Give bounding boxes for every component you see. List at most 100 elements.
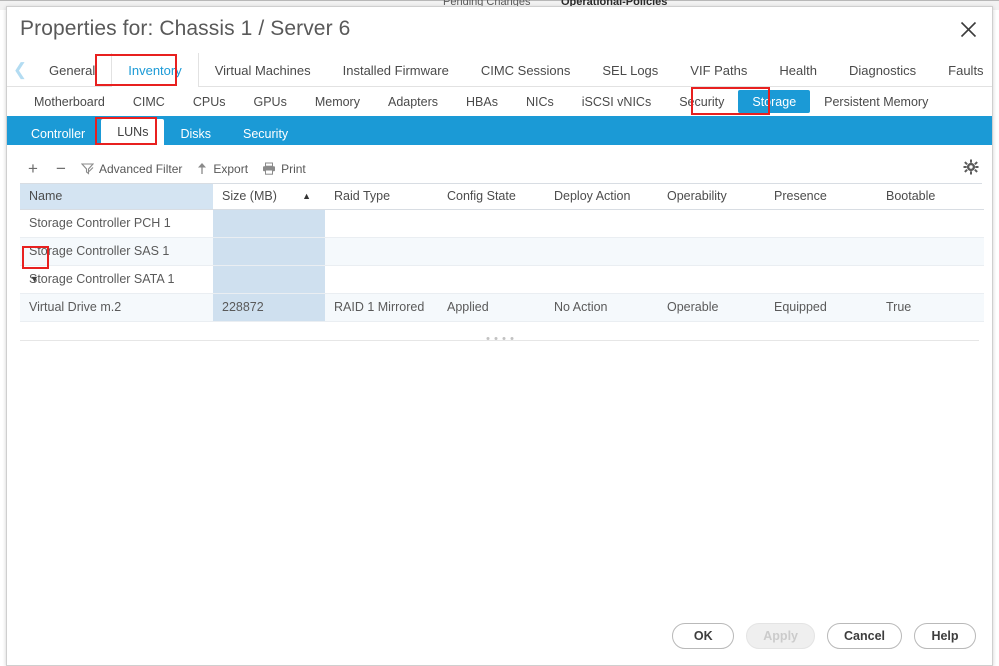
cell-bootable: True xyxy=(877,293,984,322)
tab-diagnostics[interactable]: Diagnostics xyxy=(833,53,932,87)
cell-size xyxy=(213,237,325,266)
cancel-button[interactable]: Cancel xyxy=(827,623,902,649)
column-header-raid-type[interactable]: Raid Type xyxy=(325,184,438,210)
cell-name-label: Storage Controller SATA 1 xyxy=(29,272,175,286)
tab-motherboard[interactable]: Motherboard xyxy=(20,90,119,113)
dialog-titlebar: Properties for: Chassis 1 / Server 6 xyxy=(7,7,992,53)
tab-security-luns[interactable]: Security xyxy=(227,122,304,145)
cell-presence xyxy=(765,209,877,238)
column-header-bootable[interactable]: Bootable xyxy=(877,184,984,210)
filter-icon xyxy=(81,162,94,175)
column-header-operability[interactable]: Operability xyxy=(658,184,765,210)
primary-tab-bar: ❮ General Inventory Virtual Machines Ins… xyxy=(7,53,992,87)
cell-deploy-action xyxy=(545,265,658,294)
tab-health[interactable]: Health xyxy=(763,53,833,87)
tab-cpus[interactable]: CPUs xyxy=(179,90,240,113)
printer-icon xyxy=(262,162,276,175)
cell-config-state xyxy=(438,237,545,266)
tab-sel-logs[interactable]: SEL Logs xyxy=(586,53,674,87)
cell-raid-type xyxy=(325,237,438,266)
column-header-name[interactable]: Name xyxy=(20,184,213,210)
tab-installed-firmware[interactable]: Installed Firmware xyxy=(327,53,465,87)
chevron-left-icon[interactable]: ❮ xyxy=(7,53,33,87)
tab-luns[interactable]: LUNs xyxy=(101,119,165,145)
cell-raid-type xyxy=(325,209,438,238)
cell-name: Virtual Drive m.2 xyxy=(20,293,213,322)
column-header-deploy-action[interactable]: Deploy Action xyxy=(545,184,658,210)
tab-cimc-sessions[interactable]: CIMC Sessions xyxy=(465,53,587,87)
luns-table-container: Name Size (MB) ▲ Raid Type Config State … xyxy=(20,183,984,322)
advanced-filter-button[interactable]: Advanced Filter xyxy=(76,157,187,181)
table-row[interactable]: Storage Controller PCH 1 xyxy=(20,209,984,238)
column-header-size[interactable]: Size (MB) ▲ xyxy=(213,184,325,210)
cell-size xyxy=(213,209,325,238)
luns-table: Name Size (MB) ▲ Raid Type Config State … xyxy=(20,184,984,322)
tab-hbas[interactable]: HBAs xyxy=(452,90,512,113)
panel-splitter[interactable] xyxy=(20,336,979,350)
tab-cimc[interactable]: CIMC xyxy=(119,90,179,113)
tertiary-tab-bar: Controller LUNs Disks Security xyxy=(7,116,992,145)
cell-bootable xyxy=(877,209,984,238)
cell-raid-type xyxy=(325,265,438,294)
tab-gpus[interactable]: GPUs xyxy=(239,90,300,113)
dialog-footer: OK Apply Cancel Help xyxy=(7,607,992,665)
page-title: Properties for: Chassis 1 / Server 6 xyxy=(20,17,351,40)
tab-controller[interactable]: Controller xyxy=(15,122,101,145)
tab-vif-paths[interactable]: VIF Paths xyxy=(674,53,763,87)
tab-nics[interactable]: NICs xyxy=(512,90,568,113)
advanced-filter-label: Advanced Filter xyxy=(99,161,183,176)
print-button[interactable]: Print xyxy=(257,157,311,181)
cell-operability xyxy=(658,265,765,294)
cell-bootable xyxy=(877,265,984,294)
column-header-presence[interactable]: Presence xyxy=(765,184,877,210)
cell-operability xyxy=(658,209,765,238)
table-row[interactable]: Storage Controller SAS 1 xyxy=(20,237,984,266)
cell-name: ▼ Storage Controller SATA 1 xyxy=(20,265,213,294)
cell-deploy-action xyxy=(545,237,658,266)
tab-disks[interactable]: Disks xyxy=(164,122,227,145)
tab-general[interactable]: General xyxy=(33,53,111,87)
remove-button[interactable]: − xyxy=(48,157,74,181)
resize-handle-icon[interactable] xyxy=(486,336,513,340)
table-row[interactable]: Virtual Drive m.2 228872 RAID 1 Mirrored… xyxy=(20,293,984,322)
tab-storage[interactable]: Storage xyxy=(738,90,811,113)
cell-deploy-action xyxy=(545,209,658,238)
help-button[interactable]: Help xyxy=(914,623,976,649)
ok-button[interactable]: OK xyxy=(672,623,735,649)
cell-presence xyxy=(765,265,877,294)
column-header-size-label: Size (MB) xyxy=(222,189,277,204)
sort-ascending-icon: ▲ xyxy=(302,191,311,202)
tab-faults[interactable]: Faults xyxy=(932,53,999,87)
export-button[interactable]: Export xyxy=(191,157,253,181)
tab-adapters[interactable]: Adapters xyxy=(374,90,452,113)
apply-button: Apply xyxy=(746,623,815,649)
tab-persistent-memory[interactable]: Persistent Memory xyxy=(810,90,942,113)
table-toolbar: + − Advanced Filter Export Print xyxy=(20,154,982,183)
tab-security[interactable]: Security xyxy=(665,90,738,113)
secondary-tab-bar: Motherboard CIMC CPUs GPUs Memory Adapte… xyxy=(7,87,992,116)
cell-config-state xyxy=(438,265,545,294)
expand-collapse-icon[interactable]: ▼ xyxy=(26,272,43,286)
tab-iscsi-vnics[interactable]: iSCSI vNICs xyxy=(568,90,665,113)
gear-icon[interactable] xyxy=(960,156,982,178)
properties-dialog: Properties for: Chassis 1 / Server 6 ❮ G… xyxy=(6,6,993,666)
tab-virtual-machines[interactable]: Virtual Machines xyxy=(199,53,327,87)
close-icon[interactable] xyxy=(952,13,984,45)
cell-config-state xyxy=(438,209,545,238)
cell-name: Storage Controller SAS 1 xyxy=(20,237,213,266)
table-header-row: Name Size (MB) ▲ Raid Type Config State … xyxy=(20,184,984,210)
cell-size: 228872 xyxy=(213,293,325,322)
cell-presence: Equipped xyxy=(765,293,877,322)
export-label: Export xyxy=(213,161,249,176)
cell-deploy-action: No Action xyxy=(545,293,658,322)
cell-raid-type: RAID 1 Mirrored xyxy=(325,293,438,322)
cell-config-state: Applied xyxy=(438,293,545,322)
column-header-config-state[interactable]: Config State xyxy=(438,184,545,210)
print-label: Print xyxy=(281,161,306,176)
add-button[interactable]: + xyxy=(20,157,46,181)
table-row[interactable]: ▼ Storage Controller SATA 1 xyxy=(20,265,984,294)
cell-name: Storage Controller PCH 1 xyxy=(20,209,213,238)
export-icon xyxy=(196,162,208,175)
tab-memory[interactable]: Memory xyxy=(301,90,374,113)
tab-inventory[interactable]: Inventory xyxy=(111,53,199,87)
